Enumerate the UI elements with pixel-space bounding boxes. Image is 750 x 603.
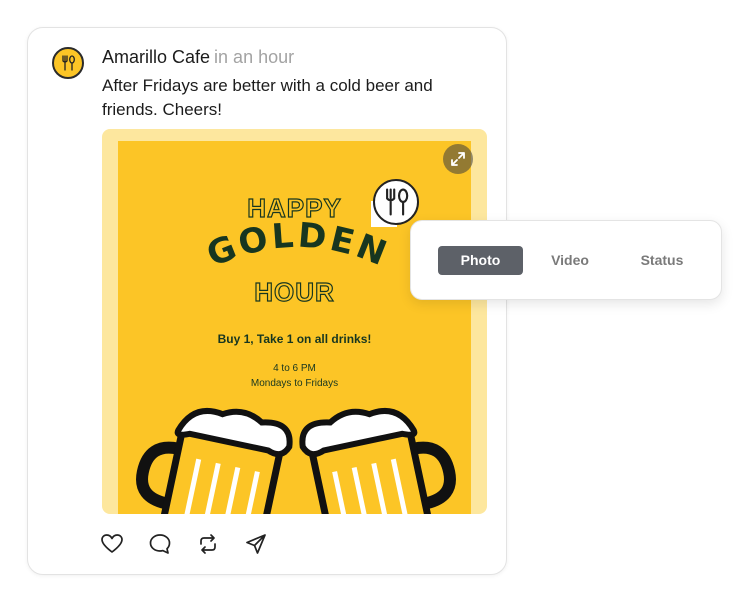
expand-button[interactable] <box>443 144 473 174</box>
fork-spoon-icon <box>62 55 75 71</box>
post-image[interactable]: HAPPY GOLDEN HOUR Buy 1, Take 1 on all d… <box>102 129 487 514</box>
poster-offer: Buy 1, Take 1 on all drinks! <box>217 332 372 346</box>
post-time: in an hour <box>214 47 295 67</box>
post-card: Amarillo Cafe in an hour After Fridays ar… <box>27 27 507 575</box>
golden-hour-poster: HAPPY GOLDEN HOUR Buy 1, Take 1 on all d… <box>118 141 471 514</box>
send-icon[interactable] <box>244 532 268 556</box>
author-name[interactable]: Amarillo Cafe <box>102 47 210 67</box>
comment-icon[interactable] <box>148 532 172 556</box>
post-caption: After Fridays are better with a cold bee… <box>102 76 433 119</box>
expand-icon <box>451 152 465 166</box>
post-header: Amarillo Cafe in an hour <box>102 47 294 68</box>
post-type-tabs: Photo Video Status <box>410 220 722 300</box>
poster-golden: GOLDEN <box>201 215 394 275</box>
tab-status[interactable]: Status <box>621 246 703 275</box>
poster-days: Mondays to Fridays <box>250 378 339 389</box>
svg-text:GOLDEN: GOLDEN <box>201 215 394 275</box>
beer-mugs-illustration <box>136 408 456 514</box>
avatar[interactable] <box>52 47 84 79</box>
tab-photo[interactable]: Photo <box>438 246 523 275</box>
tab-video[interactable]: Video <box>529 246 611 275</box>
poster-time: 4 to 6 PM <box>273 363 316 374</box>
post-actions <box>100 532 292 558</box>
heart-icon[interactable] <box>100 532 124 556</box>
repost-icon[interactable] <box>196 532 220 556</box>
